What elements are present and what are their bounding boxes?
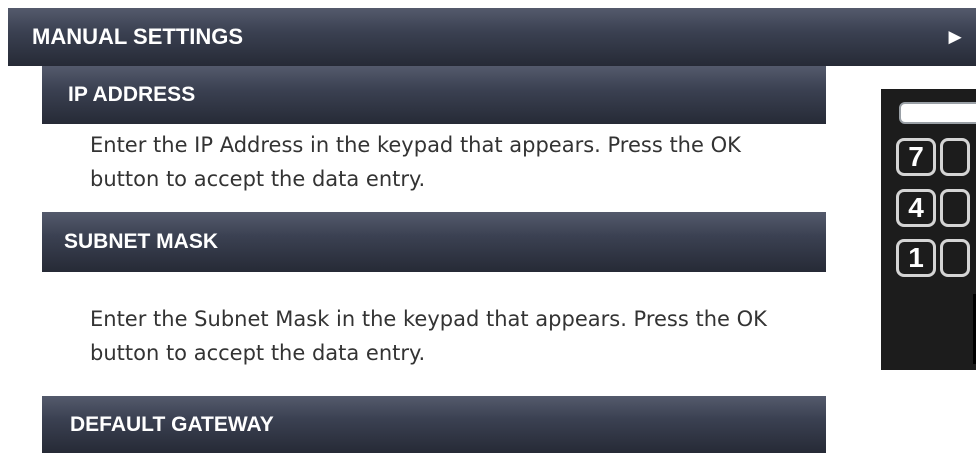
manual-settings-title: MANUAL SETTINGS	[32, 24, 244, 49]
keypad-key-7: 7	[896, 138, 936, 176]
keypad-key-2-partial	[940, 239, 970, 277]
section-header-default-gateway: DEFAULT GATEWAY	[42, 396, 826, 453]
ip-address-instructions: Enter the IP Address in the keypad that …	[90, 133, 741, 191]
section-header-ip-address: IP ADDRESS	[42, 66, 826, 124]
keypad-key-4: 4	[896, 189, 936, 227]
keypad-illustration: 7 4 1	[881, 89, 976, 370]
subnet-mask-instructions: Enter the Subnet Mask in the keypad that…	[90, 307, 767, 365]
manual-settings-header[interactable]: MANUAL SETTINGS ►	[8, 8, 976, 66]
keypad-key-1: 1	[896, 239, 936, 277]
section-title: SUBNET MASK	[64, 230, 219, 253]
keypad-key-8-partial	[940, 138, 970, 176]
section-title: IP ADDRESS	[68, 83, 196, 106]
section-title: DEFAULT GATEWAY	[70, 412, 274, 436]
section-header-subnet-mask: SUBNET MASK	[42, 212, 826, 272]
keypad-display-field	[899, 102, 976, 124]
expand-arrow-icon[interactable]: ►	[944, 24, 966, 50]
keypad-key-5-partial	[940, 189, 970, 227]
